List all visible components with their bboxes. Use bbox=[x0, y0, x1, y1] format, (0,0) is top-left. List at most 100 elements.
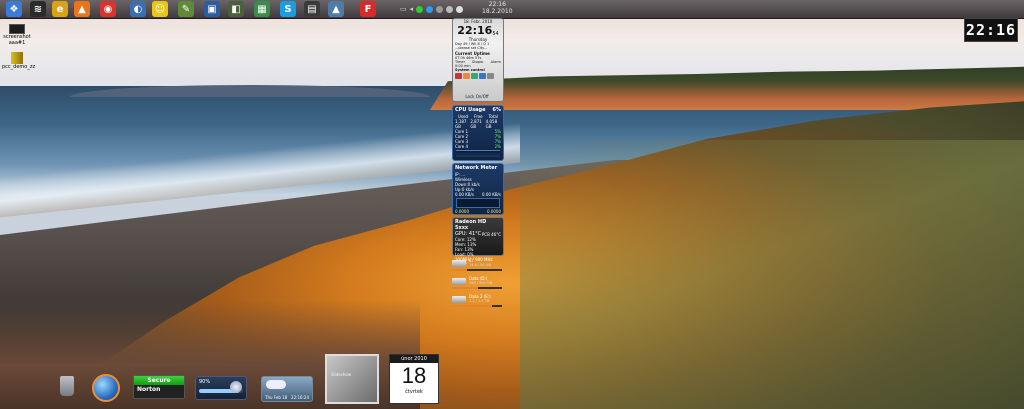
desktop-wallpaper bbox=[0, 0, 1024, 409]
app-icon-6[interactable]: ◐ bbox=[130, 1, 146, 17]
gpu-rows: Core: 12% Mem: 13% Fan: 13% Load: 0% bbox=[453, 237, 503, 257]
cpu-core-label: Core 4 bbox=[455, 144, 469, 149]
tray-dot-volume[interactable] bbox=[456, 5, 464, 13]
chrome-icon[interactable]: ◉ bbox=[100, 1, 116, 17]
tray-dot-blue[interactable] bbox=[426, 5, 434, 13]
shutdown-icon[interactable] bbox=[455, 73, 462, 79]
desktop-icon-screenshot[interactable]: screenshot aaa#1 bbox=[2, 24, 32, 46]
weather-gadget[interactable]: Thu Feb 18 22:16:24 bbox=[261, 376, 313, 402]
net-down: 0.00 KB/s bbox=[455, 192, 474, 197]
system-control-buttons bbox=[453, 72, 503, 80]
drive-stat: 14.6 / 50 GB bbox=[469, 263, 491, 267]
globe-icon[interactable] bbox=[92, 374, 120, 402]
smiley-app-icon[interactable]: ☺ bbox=[152, 1, 168, 17]
lock-icon[interactable] bbox=[487, 73, 494, 79]
drive-c-gadget[interactable]: C: 14.6 / 50 GB bbox=[452, 258, 502, 271]
cpu-core-row: Core 4 2% bbox=[453, 144, 503, 149]
stopwatch-tab[interactable]: Stopw. bbox=[472, 60, 484, 64]
cpu-val-free: 2,871 GB bbox=[470, 119, 482, 129]
cpu-cores: Core 1 5% Core 2 7% Core 3 7% Core 4 2% bbox=[453, 129, 503, 149]
digital-clock-time: 22:16 bbox=[965, 21, 1017, 39]
tray-clock[interactable]: 22:16 18.2.2010 bbox=[482, 1, 513, 15]
e-app-icon[interactable]: e bbox=[52, 1, 68, 17]
app-icon-10[interactable]: ◧ bbox=[228, 1, 244, 17]
cpu-core-value: 2% bbox=[494, 144, 501, 149]
cliff bbox=[430, 66, 1024, 110]
cpu-gadget[interactable]: CPU Usage 6% Used Free Total 1,187 GB 2,… bbox=[452, 105, 504, 161]
slideshow-label: Slideshow bbox=[331, 372, 352, 377]
terminal-icon[interactable]: ▤ bbox=[304, 1, 320, 17]
tray-dot-green[interactable] bbox=[416, 5, 424, 13]
tray-icon-1[interactable]: ▭ bbox=[400, 5, 407, 13]
slideshow-gadget[interactable]: Slideshow bbox=[325, 354, 379, 404]
vlc-icon[interactable]: ▲ bbox=[74, 1, 90, 17]
gpu-title: Radeon HD 5xxx bbox=[455, 219, 487, 231]
net-graph bbox=[456, 198, 500, 208]
volume-gadget[interactable]: 90% bbox=[195, 376, 247, 400]
tray-time: 22:16 bbox=[488, 1, 506, 8]
drive-stat: 260 / 500 GB bbox=[469, 281, 492, 285]
tray-arrow-icon[interactable]: ◂ bbox=[410, 5, 414, 13]
desktop-icon-archive[interactable]: pcc_demo_zz bbox=[2, 52, 36, 70]
weather-line-2: 22:16:24 bbox=[291, 395, 309, 400]
drive-usage-fill bbox=[452, 305, 492, 307]
clock-seconds: 54 bbox=[492, 31, 499, 37]
calendar-month: únor 2010 bbox=[390, 355, 438, 363]
lock-label[interactable]: Lock On/Off bbox=[452, 94, 502, 99]
volume-knob-icon[interactable] bbox=[230, 381, 242, 393]
landscape-icon[interactable]: ▲ bbox=[328, 1, 344, 17]
tray-dot-network[interactable] bbox=[446, 5, 454, 13]
desktop-icon-label: pcc_demo_zz bbox=[2, 64, 36, 70]
digital-clock-gadget[interactable]: 22:16 bbox=[964, 18, 1018, 42]
tools-icon[interactable]: ✎ bbox=[178, 1, 194, 17]
sleep-icon[interactable] bbox=[471, 73, 478, 79]
taskbar: ❖ ≋ e ▲ ◉ ◐ ☺ ✎ ▣ ◧ ▦ S ▤ ▲ F ▭ ◂ 22:16 18.2.2010 bbox=[0, 0, 1024, 19]
net-bottom-right: 0.0000 bbox=[487, 209, 501, 214]
calendar-gadget[interactable]: únor 2010 18 čtvrtek bbox=[389, 354, 439, 404]
cpu-title: CPU Usage bbox=[455, 107, 486, 113]
drive-d-gadget[interactable]: Data (D:) 260 / 500 GB bbox=[452, 276, 502, 289]
system-tray: ▭ ◂ bbox=[400, 0, 464, 18]
weather-cloud-icon bbox=[266, 380, 286, 389]
hard-drive-icon bbox=[452, 296, 466, 303]
clock-time: 22:16 bbox=[457, 24, 493, 37]
gpu-gadget[interactable]: Radeon HD 5xxx GPU: 41°C PCB 46°C Core: … bbox=[452, 217, 504, 267]
weather-line-1: Thu Feb 18 bbox=[265, 395, 288, 400]
norton-status: Secure bbox=[134, 376, 184, 385]
cpu-val-total: 4,058 GB bbox=[485, 119, 498, 129]
recycle-bin-icon[interactable] bbox=[60, 376, 74, 396]
tray-dot-gray[interactable] bbox=[436, 5, 444, 13]
net-up: 0.00 KB/s bbox=[482, 192, 501, 197]
calendar-weekday: čtvrtek bbox=[405, 389, 423, 395]
net-bottom-left: 0.0000 bbox=[455, 209, 469, 214]
screenshot-file-icon bbox=[9, 24, 25, 34]
drive-stat: 1.2 / 1.5 TB bbox=[469, 299, 490, 303]
hard-drive-icon bbox=[452, 260, 466, 267]
drive-e-gadget[interactable]: Data 2 (E:) 1.2 / 1.5 TB bbox=[452, 294, 502, 307]
cpu-graph bbox=[456, 150, 500, 157]
norton-gadget[interactable]: Secure Norton bbox=[133, 375, 185, 399]
monitor-icon[interactable]: ▣ bbox=[204, 1, 220, 17]
hard-drive-icon bbox=[452, 278, 466, 285]
wifi-icon[interactable]: ≋ bbox=[30, 1, 46, 17]
f-app-icon[interactable]: F bbox=[360, 1, 376, 17]
skype-icon[interactable]: S bbox=[280, 1, 296, 17]
alarm-tab[interactable]: Alarm bbox=[491, 60, 501, 64]
net-title: Network Meter bbox=[455, 165, 498, 171]
drive-usage-bar bbox=[452, 269, 502, 271]
chart-app-icon[interactable]: ▦ bbox=[254, 1, 270, 17]
gpu-pcb: PCB 46°C bbox=[481, 232, 501, 237]
cpu-val-used: 1,187 GB bbox=[455, 119, 467, 129]
drive-usage-fill bbox=[452, 269, 467, 271]
norton-brand: Norton bbox=[137, 386, 161, 393]
calendar-day: 18 bbox=[401, 363, 427, 388]
drive-usage-bar bbox=[452, 305, 502, 307]
windows-logo-icon[interactable]: ❖ bbox=[6, 1, 22, 17]
cpu-percent: 6% bbox=[492, 107, 502, 113]
drive-usage-bar bbox=[452, 287, 502, 289]
archive-file-icon bbox=[11, 52, 23, 64]
clock-gadget[interactable]: 18. Febr. 2010 22:16 54 Thursday Day 49 … bbox=[452, 18, 504, 102]
logoff-icon[interactable] bbox=[479, 73, 486, 79]
network-gadget[interactable]: Network Meter IP: ... Wireless Down:0 kb… bbox=[452, 163, 504, 215]
restart-icon[interactable] bbox=[463, 73, 470, 79]
